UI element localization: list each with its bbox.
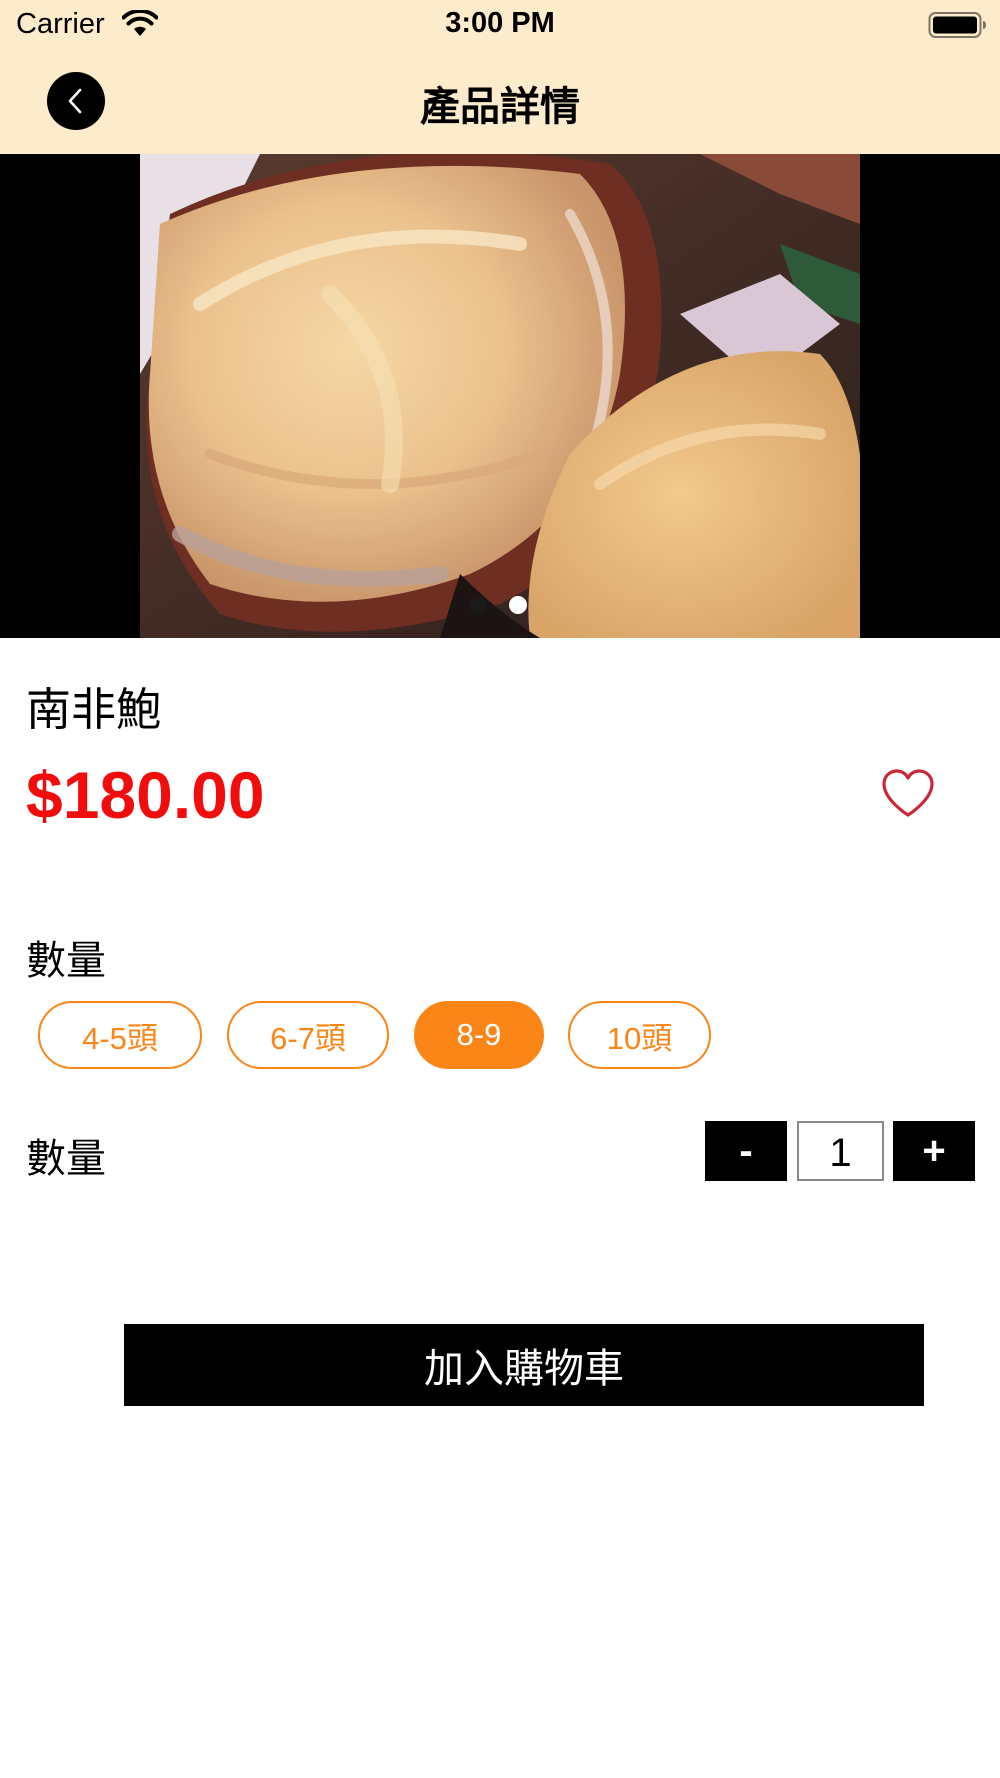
quantity-value[interactable]: 1 xyxy=(797,1121,884,1181)
product-name: 南非鮑 xyxy=(26,683,162,736)
page-indicator[interactable] xyxy=(0,590,998,620)
option-chip-10[interactable]: 10頭 xyxy=(568,1001,711,1069)
quantity-minus-button[interactable]: - xyxy=(705,1121,787,1181)
nav-bar: 產品詳情 xyxy=(0,50,1000,154)
product-image xyxy=(140,154,860,638)
product-detail-screen: Carrier 3:00 PM 產品詳情 南非鮑 $180.00 數量 4-5頭… xyxy=(0,0,1000,1778)
add-to-cart-button[interactable]: 加入購物車 xyxy=(124,1324,924,1406)
status-time: 3:00 PM xyxy=(445,7,555,39)
quantity-label: 數量 xyxy=(26,1136,106,1182)
product-price: $180.00 xyxy=(26,758,265,832)
header: Carrier 3:00 PM 產品詳情 xyxy=(0,0,1000,154)
page-dot[interactable] xyxy=(469,596,487,614)
option-label: 數量 xyxy=(26,938,106,984)
page-dot-active[interactable] xyxy=(509,596,527,614)
battery-icon xyxy=(928,12,986,38)
option-chip-8-9[interactable]: 8-9 xyxy=(414,1001,544,1069)
status-bar: Carrier 3:00 PM xyxy=(0,0,1000,50)
heart-outline-icon[interactable] xyxy=(880,768,936,820)
option-chip-4-5[interactable]: 4-5頭 xyxy=(38,1001,202,1069)
quantity-plus-button[interactable]: + xyxy=(893,1121,975,1181)
product-image-carousel[interactable] xyxy=(0,154,1000,638)
page-title: 產品詳情 xyxy=(420,84,580,130)
option-chip-6-7[interactable]: 6-7頭 xyxy=(227,1001,389,1069)
